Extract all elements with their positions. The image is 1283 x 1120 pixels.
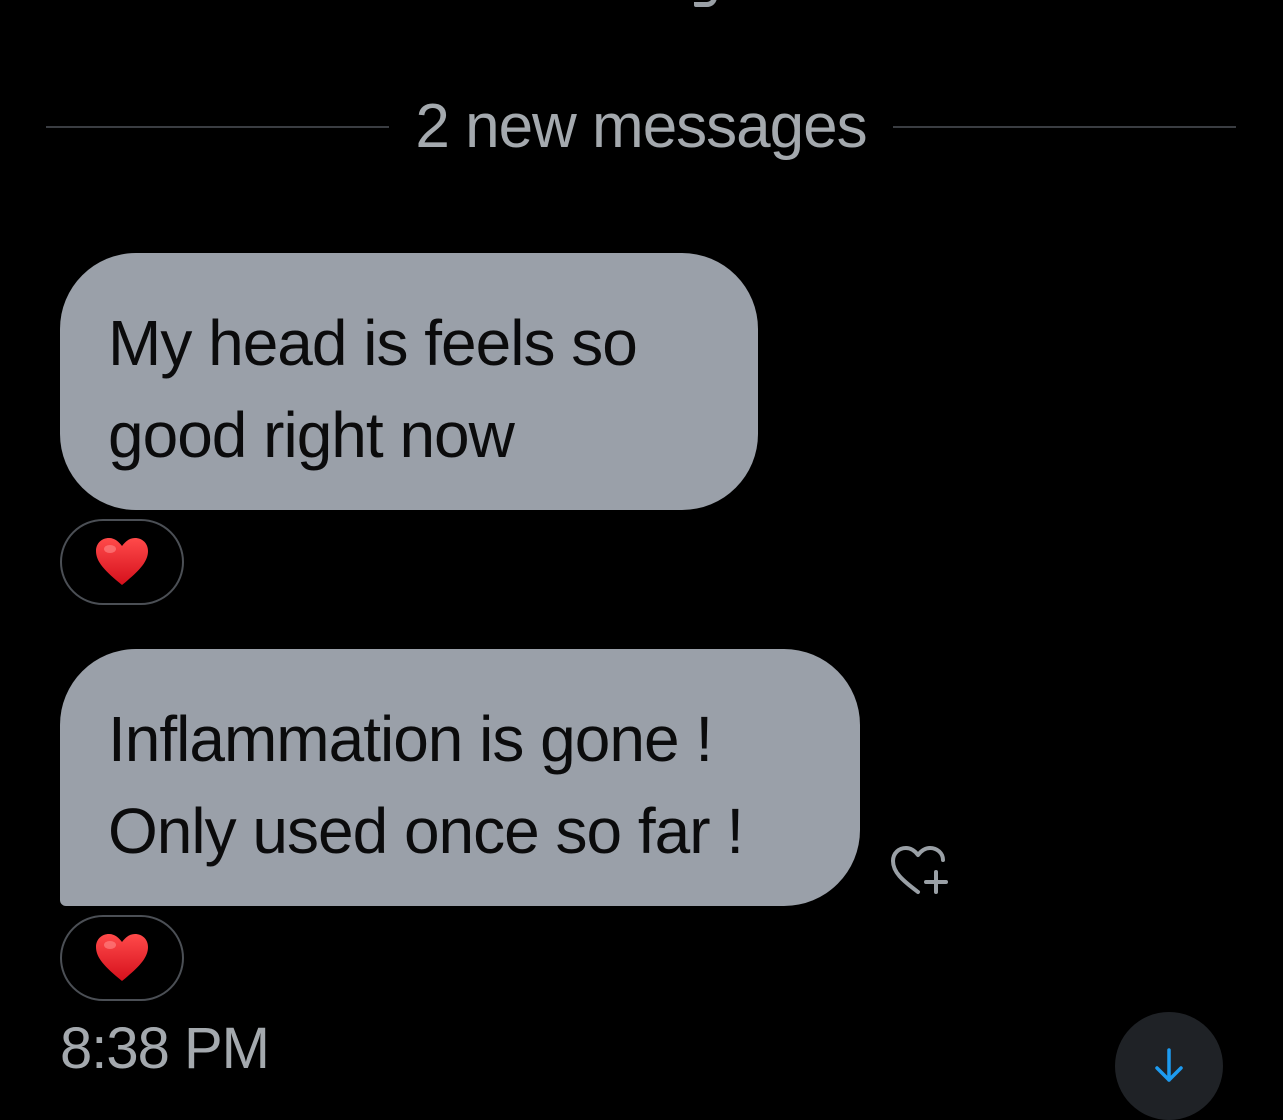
- partial-header-glyph: [690, 0, 718, 8]
- message-text-line: Inflammation is gone !: [108, 703, 713, 775]
- heart-emoji-icon: [96, 538, 148, 585]
- reaction-pill[interactable]: [60, 915, 184, 1001]
- divider-line-left: [46, 126, 390, 128]
- message-text-line: Only used once so far !: [108, 795, 744, 867]
- message-text-line: good right now: [108, 399, 515, 471]
- new-messages-label: 2 new messages: [415, 92, 867, 161]
- scroll-to-bottom-button[interactable]: [1115, 1012, 1223, 1120]
- message-bubble[interactable]: Inflammation is gone ! Only used once so…: [60, 649, 860, 906]
- heart-emoji-icon: [96, 934, 148, 981]
- arrow-down-icon: [1155, 1048, 1183, 1082]
- message-timestamp: 8:38 PM: [60, 1016, 270, 1081]
- new-messages-divider: 2 new messages: [46, 82, 1236, 172]
- message-bubble[interactable]: My head is feels so good right now: [60, 253, 758, 510]
- message-text-line: My head is feels so: [108, 307, 638, 379]
- heart-plus-icon[interactable]: [886, 840, 956, 900]
- reaction-pill[interactable]: [60, 519, 184, 605]
- divider-line-right: [892, 126, 1236, 128]
